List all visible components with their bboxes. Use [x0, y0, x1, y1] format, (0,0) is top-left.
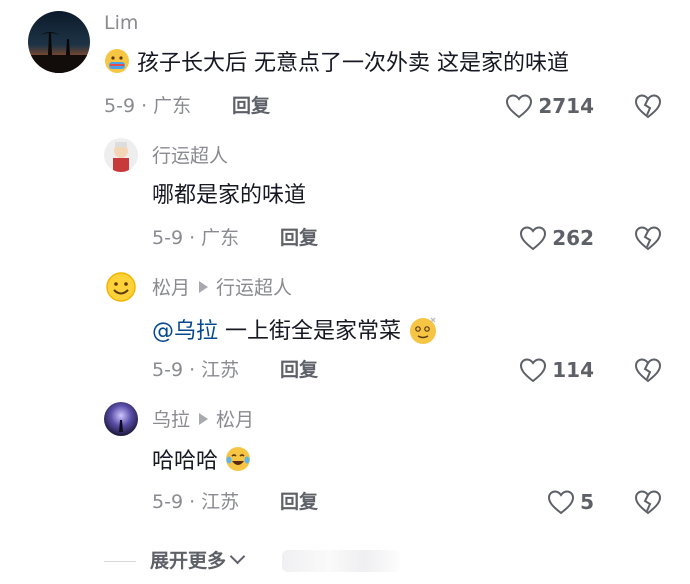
dislike-button[interactable] — [634, 489, 662, 515]
blurred-placeholder — [282, 550, 400, 572]
reply-button[interactable]: 回复 — [280, 490, 318, 514]
avatar-songyue[interactable] — [104, 270, 138, 304]
comment-text: 孩子长大后 无意点了一次外卖 这是家的味道 — [104, 48, 569, 79]
reply-text: @乌拉 一上街全是家常菜 — [152, 314, 440, 347]
broken-heart-icon — [634, 358, 662, 383]
avatar-lim[interactable] — [28, 11, 90, 73]
heart-outline-icon — [520, 226, 547, 251]
like-button[interactable]: 262 — [519, 225, 594, 251]
comment-body: 孩子长大后 无意点了一次外卖 这是家的味道 — [137, 51, 569, 76]
sick-face-emoji-icon — [104, 48, 130, 74]
reply-button[interactable]: 回复 — [280, 358, 318, 382]
expand-divider — [104, 561, 136, 562]
reply-body: 哪都是家的味道 — [152, 183, 307, 208]
reply-meta: 5-9 · 江苏 — [152, 491, 240, 513]
reply-username[interactable]: 松月 — [152, 277, 190, 299]
reply-username[interactable]: 乌拉 — [152, 409, 190, 431]
broken-heart-icon — [634, 226, 662, 251]
like-button[interactable]: 114 — [519, 357, 594, 383]
dislike-button[interactable] — [634, 225, 662, 251]
heart-outline-icon — [548, 490, 575, 515]
like-count: 114 — [552, 358, 594, 382]
like-count: 262 — [552, 226, 594, 250]
dizzy-face-emoji-icon — [408, 314, 440, 346]
heart-outline-icon — [520, 358, 547, 383]
reply-header: 松月 行运超人 — [152, 276, 292, 300]
expand-more-button[interactable]: 展开更多 — [150, 548, 246, 574]
reply-meta: 5-9 · 广东 — [152, 227, 240, 249]
like-button[interactable]: 5 — [547, 489, 594, 515]
dislike-button[interactable] — [634, 93, 662, 119]
reply-to-arrow-icon — [199, 281, 209, 293]
avatar-xingyun[interactable] — [104, 138, 138, 172]
reply-to-arrow-icon — [199, 413, 209, 425]
reply-username[interactable]: 行运超人 — [152, 144, 228, 168]
mention-link[interactable]: @乌拉 — [152, 319, 218, 344]
like-count: 2714 — [538, 94, 594, 118]
avatar-wula[interactable] — [104, 402, 138, 436]
reply-to-username[interactable]: 松月 — [216, 409, 254, 431]
like-button[interactable]: 2714 — [505, 93, 594, 119]
comment-meta: 5-9 · 广东 — [104, 95, 192, 117]
reply-text: 哈哈哈 — [152, 446, 251, 477]
broken-heart-icon — [634, 490, 662, 515]
laughing-tears-emoji-icon — [225, 446, 251, 472]
reply-to-username[interactable]: 行运超人 — [216, 277, 292, 299]
reply-meta: 5-9 · 江苏 — [152, 359, 240, 381]
like-count: 5 — [580, 490, 594, 514]
reply-body: 一上街全是家常菜 — [218, 319, 402, 344]
reply-header: 乌拉 松月 — [152, 408, 254, 432]
reply-body: 哈哈哈 — [152, 449, 219, 474]
comment-username[interactable]: Lim — [104, 11, 138, 35]
expand-more-label: 展开更多 — [150, 550, 227, 572]
chevron-down-icon — [229, 548, 246, 565]
dislike-button[interactable] — [634, 357, 662, 383]
reply-button[interactable]: 回复 — [280, 226, 318, 250]
reply-button[interactable]: 回复 — [232, 94, 270, 118]
broken-heart-icon — [634, 94, 662, 119]
heart-outline-icon — [506, 94, 533, 119]
